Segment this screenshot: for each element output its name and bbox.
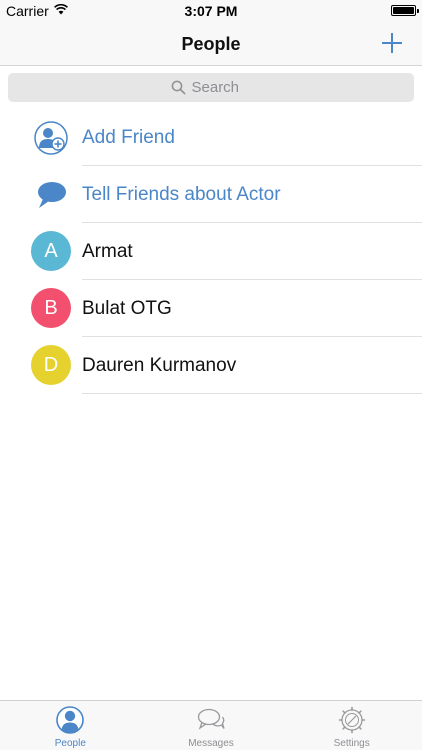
- tab-messages[interactable]: Messages: [141, 701, 282, 750]
- status-bar: Carrier 3:07 PM: [0, 0, 422, 22]
- people-icon: [56, 706, 85, 734]
- tab-bar: People Messages Settings: [0, 700, 422, 750]
- messages-icon: [197, 708, 225, 730]
- avatar: B: [31, 288, 71, 328]
- tell-friends-label: Tell Friends about Actor: [82, 184, 281, 205]
- tab-settings[interactable]: Settings: [281, 701, 422, 750]
- contact-row[interactable]: B Bulat OTG: [0, 280, 422, 337]
- people-list: Add Friend Tell Friends about Actor A Ar…: [0, 109, 422, 394]
- tab-label: Settings: [333, 738, 370, 749]
- search-field[interactable]: [8, 73, 414, 102]
- contact-row[interactable]: D Dauren Kurmanov: [0, 337, 422, 394]
- settings-icon: [338, 706, 365, 734]
- status-time: 3:07 PM: [184, 3, 238, 19]
- plus-icon: [382, 33, 402, 53]
- contact-name: Dauren Kurmanov: [82, 355, 237, 376]
- tab-people[interactable]: People: [0, 701, 141, 750]
- tab-label: People: [54, 738, 86, 749]
- tab-label: Messages: [188, 738, 234, 749]
- avatar: D: [31, 345, 71, 385]
- search-input[interactable]: [191, 79, 252, 96]
- speech-bubble-icon: [38, 182, 66, 208]
- contact-name: Armat: [82, 241, 133, 262]
- add-friend-row[interactable]: Add Friend: [0, 109, 422, 166]
- add-friend-label: Add Friend: [82, 127, 175, 148]
- navigation-bar: People: [0, 22, 422, 66]
- page-title: People: [181, 34, 241, 54]
- search-bar: [0, 66, 422, 109]
- tell-friends-row[interactable]: Tell Friends about Actor: [0, 166, 422, 223]
- add-contact-button[interactable]: [380, 31, 404, 55]
- avatar: A: [31, 231, 71, 271]
- add-friend-icon: [34, 121, 68, 155]
- row-divider: [82, 393, 422, 394]
- search-icon: [171, 80, 185, 95]
- contact-row[interactable]: A Armat: [0, 223, 422, 280]
- battery-icon: [391, 5, 419, 16]
- contact-name: Bulat OTG: [82, 298, 172, 319]
